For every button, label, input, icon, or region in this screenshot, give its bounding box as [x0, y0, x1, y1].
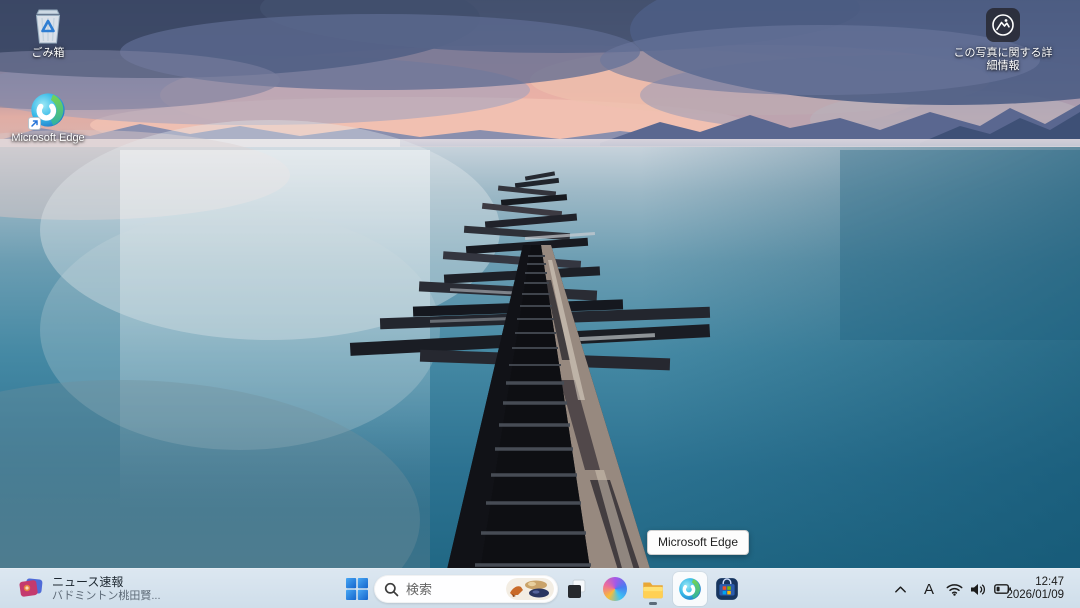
search-highlight-image[interactable]: [506, 578, 554, 600]
desktop-icon-recycle-bin[interactable]: ごみ箱: [6, 5, 90, 60]
clock-time: 12:47: [1035, 576, 1064, 588]
copilot-icon: [603, 577, 627, 601]
widget-subtitle: バドミントン桃田賢...: [52, 589, 161, 602]
shortcut-arrow-icon: [28, 117, 41, 130]
desktop-icon-spotlight-info[interactable]: この写真に関する詳細情報: [948, 5, 1058, 73]
photo-info-icon: [983, 5, 1023, 45]
wifi-icon: [946, 583, 962, 596]
search-box[interactable]: [374, 575, 558, 603]
edge-icon: [677, 576, 703, 602]
tray-expand-button[interactable]: [888, 573, 912, 605]
volume-button[interactable]: [966, 573, 990, 605]
system-tray: A: [888, 569, 1016, 608]
ime-mode-button[interactable]: A: [918, 573, 940, 605]
windows-logo-icon: [346, 578, 368, 600]
store-button[interactable]: [710, 572, 744, 606]
widgets-icon: [19, 578, 43, 597]
edge-button[interactable]: [673, 572, 707, 606]
widget-title: ニュース速報: [52, 574, 124, 589]
recycle-bin-icon: [28, 5, 68, 45]
copilot-button[interactable]: [598, 572, 632, 606]
file-explorer-button[interactable]: [636, 572, 670, 606]
start-button[interactable]: [340, 572, 374, 606]
network-button[interactable]: [942, 573, 966, 605]
search-input[interactable]: [406, 581, 506, 597]
search-icon: [384, 582, 399, 596]
taskbar-tooltip: Microsoft Edge: [647, 530, 750, 555]
spotlight-label: この写真に関する詳細情報: [953, 47, 1053, 72]
clock-date: 2026/01/09: [1006, 589, 1064, 601]
store-icon: [714, 576, 740, 602]
speaker-icon: [971, 583, 986, 595]
task-view-button[interactable]: [560, 572, 594, 606]
recycle-bin-label: ごみ箱: [31, 47, 65, 59]
widgets-button[interactable]: ニュース速報 バドミントン桃田賢...: [10, 569, 169, 608]
desktop-icon-edge-shortcut[interactable]: Microsoft Edge: [6, 90, 90, 145]
ime-label: A: [923, 580, 934, 598]
edge-icon: [28, 90, 68, 130]
running-indicator: [649, 602, 657, 605]
taskbar: ニュース速報 バドミントン桃田賢... 検索 A 12:47 2026/01/0…: [0, 568, 1080, 608]
edge-shortcut-label: Microsoft Edge: [11, 132, 85, 144]
desktop-wallpaper: [0, 0, 1080, 608]
tooltip-text: Microsoft Edge: [658, 535, 739, 549]
file-explorer-icon: [640, 576, 666, 602]
chevron-up-icon: [894, 586, 906, 593]
clock[interactable]: 12:47 2026/01/09: [1002, 569, 1068, 608]
task-view-icon: [568, 579, 586, 598]
